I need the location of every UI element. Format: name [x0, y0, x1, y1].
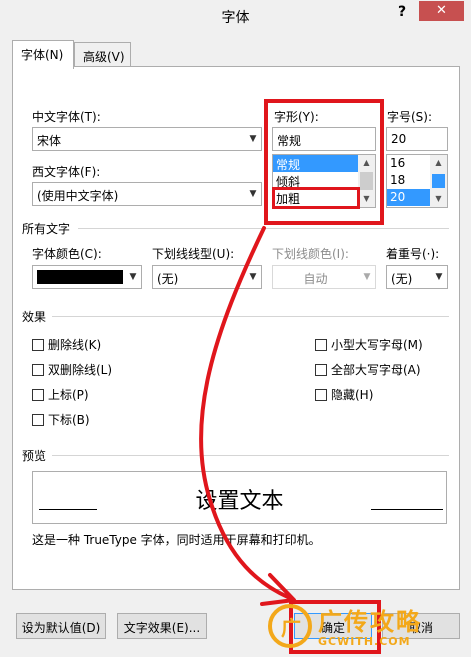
watermark: 广 广传攻略 GCWITH.COM: [268, 600, 471, 657]
watermark-text: 广传攻略: [318, 608, 422, 636]
annotation-arrow: [199, 226, 296, 606]
tab-font[interactable]: 字体(N): [12, 40, 74, 69]
watermark-url: GCWITH.COM: [318, 635, 411, 648]
annotation-arrow-path: [199, 226, 292, 600]
watermark-logo-icon: 广: [268, 604, 312, 648]
